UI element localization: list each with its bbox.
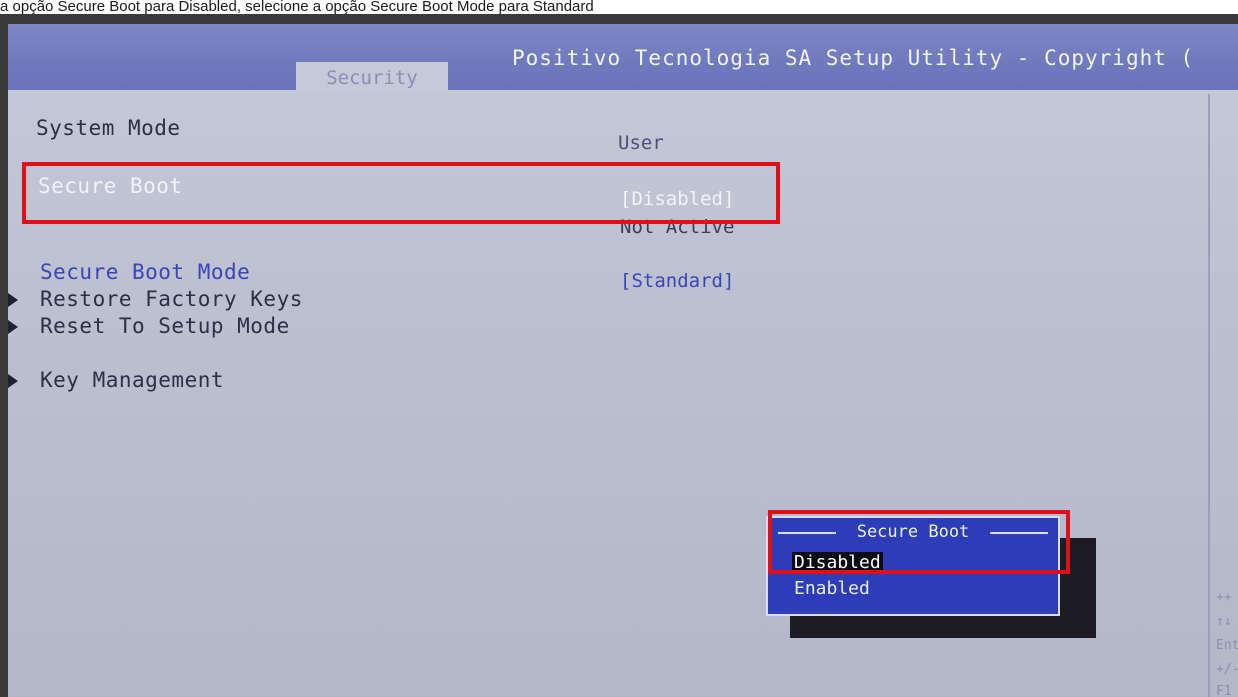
restore-factory-keys-item[interactable]: Restore Factory Keys xyxy=(40,287,303,311)
popup-highlight-box xyxy=(768,510,1070,574)
bios-photo: Positivo Tecnologia SA Setup Utility - C… xyxy=(0,14,1238,697)
key-management-item[interactable]: Key Management xyxy=(40,368,224,392)
help-panel-divider xyxy=(1208,94,1210,697)
system-mode-label: System Mode xyxy=(36,116,181,140)
header-title: Positivo Tecnologia SA Setup Utility - C… xyxy=(512,46,1195,70)
system-mode-value: User xyxy=(618,132,664,154)
submenu-arrow-icon xyxy=(8,320,18,334)
bios-header: Positivo Tecnologia SA Setup Utility - C… xyxy=(8,24,1238,92)
help-key-select: ↑↓ xyxy=(1216,614,1232,629)
help-key-move: ++ xyxy=(1216,590,1232,605)
submenu-arrow-icon xyxy=(8,293,18,307)
reset-to-setup-mode-item[interactable]: Reset To Setup Mode xyxy=(40,314,290,338)
popup-option-enabled[interactable]: Enabled xyxy=(792,578,872,599)
help-key-change: +/- xyxy=(1216,662,1238,677)
help-key-f1: F1 xyxy=(1216,684,1232,697)
secure-boot-highlight-box xyxy=(22,162,780,224)
help-key-enter: Ent xyxy=(1216,638,1238,653)
secure-boot-mode-label[interactable]: Secure Boot Mode xyxy=(40,260,250,284)
tab-security[interactable]: Security xyxy=(296,62,448,92)
secure-boot-mode-value[interactable]: [Standard] xyxy=(620,270,734,292)
bios-screen: Positivo Tecnologia SA Setup Utility - C… xyxy=(8,24,1238,697)
submenu-arrow-icon xyxy=(8,374,18,388)
